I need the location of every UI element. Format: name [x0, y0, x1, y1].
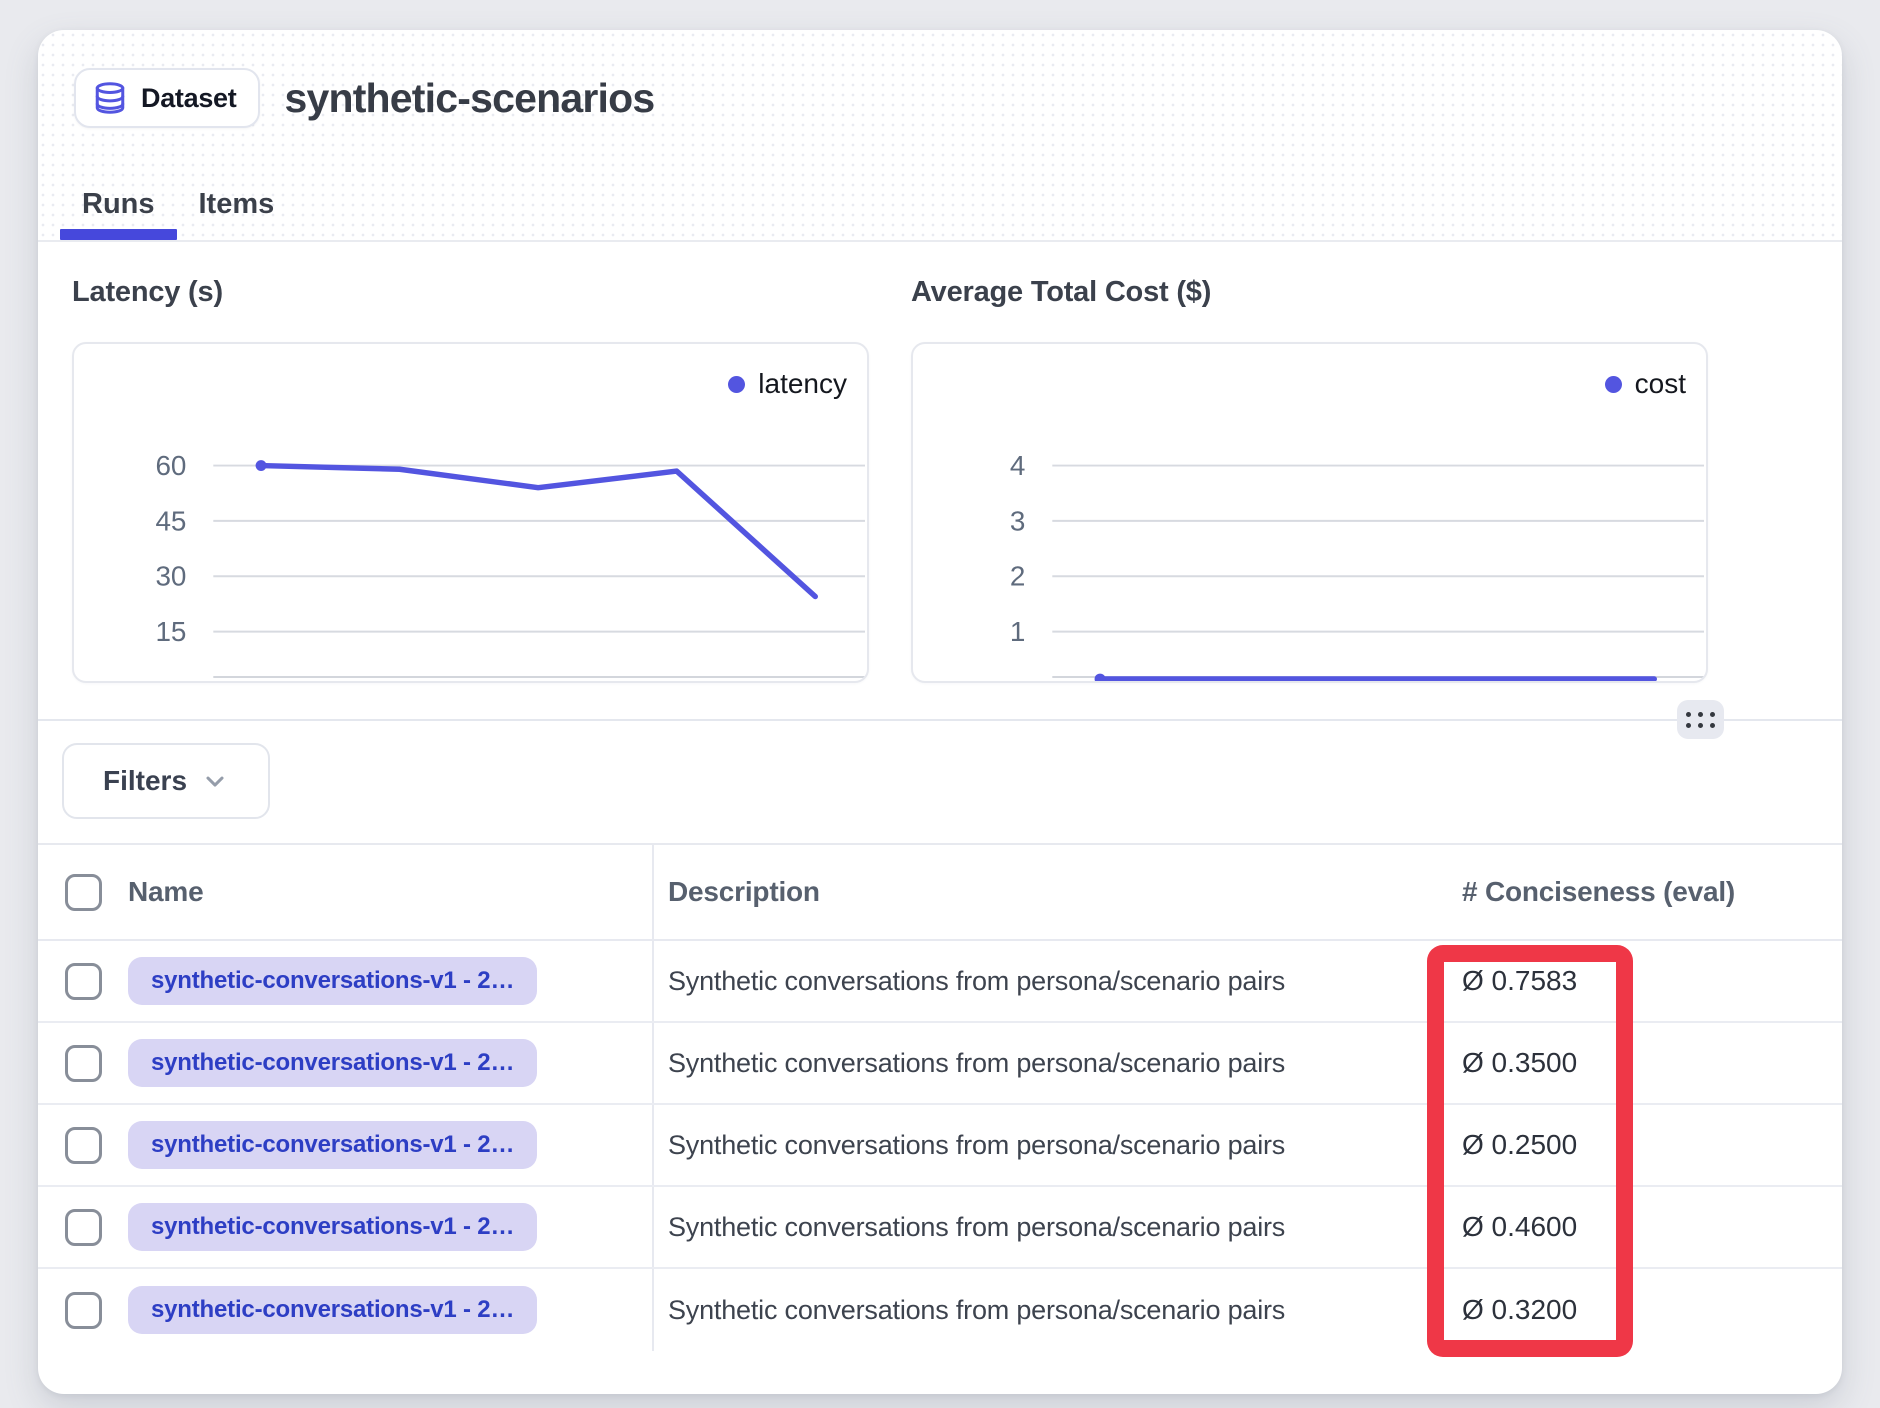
conciseness-value: Ø 0.4600 — [1462, 1211, 1577, 1242]
run-description: Synthetic conversations from persona/sce… — [668, 1295, 1285, 1325]
svg-text:2: 2 — [1010, 561, 1025, 592]
table-header-row: Name Description # Conciseness (eval) — [38, 845, 1842, 941]
svg-text:30: 30 — [155, 561, 186, 592]
table-row[interactable]: synthetic-conversations-v1 - 2… Syntheti… — [38, 1269, 1842, 1351]
tab-runs[interactable]: Runs — [60, 170, 177, 238]
filters-button[interactable]: Filters — [62, 743, 270, 819]
conciseness-value: Ø 0.3200 — [1462, 1294, 1577, 1325]
row-checkbox-cell — [38, 963, 128, 1000]
run-name-link[interactable]: synthetic-conversations-v1 - 2… — [128, 1121, 537, 1169]
table-body: synthetic-conversations-v1 - 2… Syntheti… — [38, 941, 1842, 1351]
column-header-conciseness[interactable]: # Conciseness (eval) — [1462, 876, 1735, 907]
table-row[interactable]: synthetic-conversations-v1 - 2… Syntheti… — [38, 1187, 1842, 1269]
run-description: Synthetic conversations from persona/sce… — [668, 966, 1285, 996]
table-row[interactable]: synthetic-conversations-v1 - 2… Syntheti… — [38, 1105, 1842, 1187]
run-name-link[interactable]: synthetic-conversations-v1 - 2… — [128, 1286, 537, 1334]
row-checkbox-cell — [38, 1127, 128, 1164]
row-checkbox-cell — [38, 1045, 128, 1082]
latency-legend-label: latency — [758, 368, 847, 400]
cost-legend: cost — [1605, 368, 1686, 400]
section-divider — [38, 719, 1842, 721]
conciseness-value: Ø 0.7583 — [1462, 965, 1577, 996]
latency-legend-dot-icon — [728, 376, 745, 393]
resize-grip-icon[interactable] — [1677, 700, 1724, 739]
column-header-name[interactable]: Name — [128, 876, 203, 908]
runs-table: Name Description # Conciseness (eval) sy… — [38, 845, 1842, 1351]
run-description: Synthetic conversations from persona/sce… — [668, 1212, 1285, 1242]
conciseness-value: Ø 0.2500 — [1462, 1129, 1577, 1160]
latency-chart-card: latency 60 45 30 15 — [72, 342, 869, 683]
svg-text:45: 45 — [155, 505, 186, 536]
svg-text:4: 4 — [1010, 450, 1025, 481]
latency-legend: latency — [728, 368, 847, 400]
row-checkbox[interactable] — [65, 1292, 102, 1329]
tab-bar: Runs Items — [60, 170, 296, 238]
cost-chart-title: Average Total Cost ($) — [911, 276, 1211, 309]
svg-text:3: 3 — [1010, 505, 1025, 536]
row-checkbox-cell — [38, 1292, 128, 1329]
svg-text:1: 1 — [1010, 616, 1025, 647]
page-background: Dataset synthetic-scenarios Runs Items L… — [0, 0, 1880, 1408]
table-row[interactable]: synthetic-conversations-v1 - 2… Syntheti… — [38, 941, 1842, 1023]
svg-text:60: 60 — [155, 450, 186, 481]
run-name-link[interactable]: synthetic-conversations-v1 - 2… — [128, 1039, 537, 1087]
page-title: synthetic-scenarios — [284, 75, 654, 122]
row-checkbox[interactable] — [65, 963, 102, 1000]
column-header-description[interactable]: Description — [668, 876, 820, 907]
cost-chart-card: cost 4 3 2 1 — [911, 342, 1708, 683]
select-all-checkbox[interactable] — [65, 874, 102, 911]
run-name-link[interactable]: synthetic-conversations-v1 - 2… — [128, 1203, 537, 1251]
cost-legend-dot-icon — [1605, 376, 1622, 393]
panel-header: Dataset synthetic-scenarios Runs Items — [38, 30, 1842, 242]
run-description: Synthetic conversations from persona/sce… — [668, 1130, 1285, 1160]
dataset-badge: Dataset — [74, 68, 260, 128]
chevron-down-icon — [201, 767, 229, 795]
database-icon — [92, 80, 128, 116]
row-checkbox[interactable] — [65, 1045, 102, 1082]
cost-legend-label: cost — [1635, 368, 1686, 400]
run-name-link[interactable]: synthetic-conversations-v1 - 2… — [128, 957, 537, 1005]
title-row: Dataset synthetic-scenarios — [74, 68, 654, 128]
run-description: Synthetic conversations from persona/sce… — [668, 1048, 1285, 1078]
conciseness-value: Ø 0.3500 — [1462, 1047, 1577, 1078]
header-checkbox-cell — [38, 874, 128, 911]
dataset-panel: Dataset synthetic-scenarios Runs Items L… — [38, 30, 1842, 1394]
dataset-badge-label: Dataset — [141, 83, 236, 114]
latency-chart-title: Latency (s) — [72, 276, 223, 309]
cost-line-chart: 4 3 2 1 — [913, 344, 1706, 681]
filters-button-label: Filters — [103, 765, 187, 797]
row-checkbox-cell — [38, 1209, 128, 1246]
row-checkbox[interactable] — [65, 1127, 102, 1164]
row-checkbox[interactable] — [65, 1209, 102, 1246]
svg-text:15: 15 — [155, 616, 186, 647]
table-row[interactable]: synthetic-conversations-v1 - 2… Syntheti… — [38, 1023, 1842, 1105]
tab-items[interactable]: Items — [177, 170, 297, 238]
